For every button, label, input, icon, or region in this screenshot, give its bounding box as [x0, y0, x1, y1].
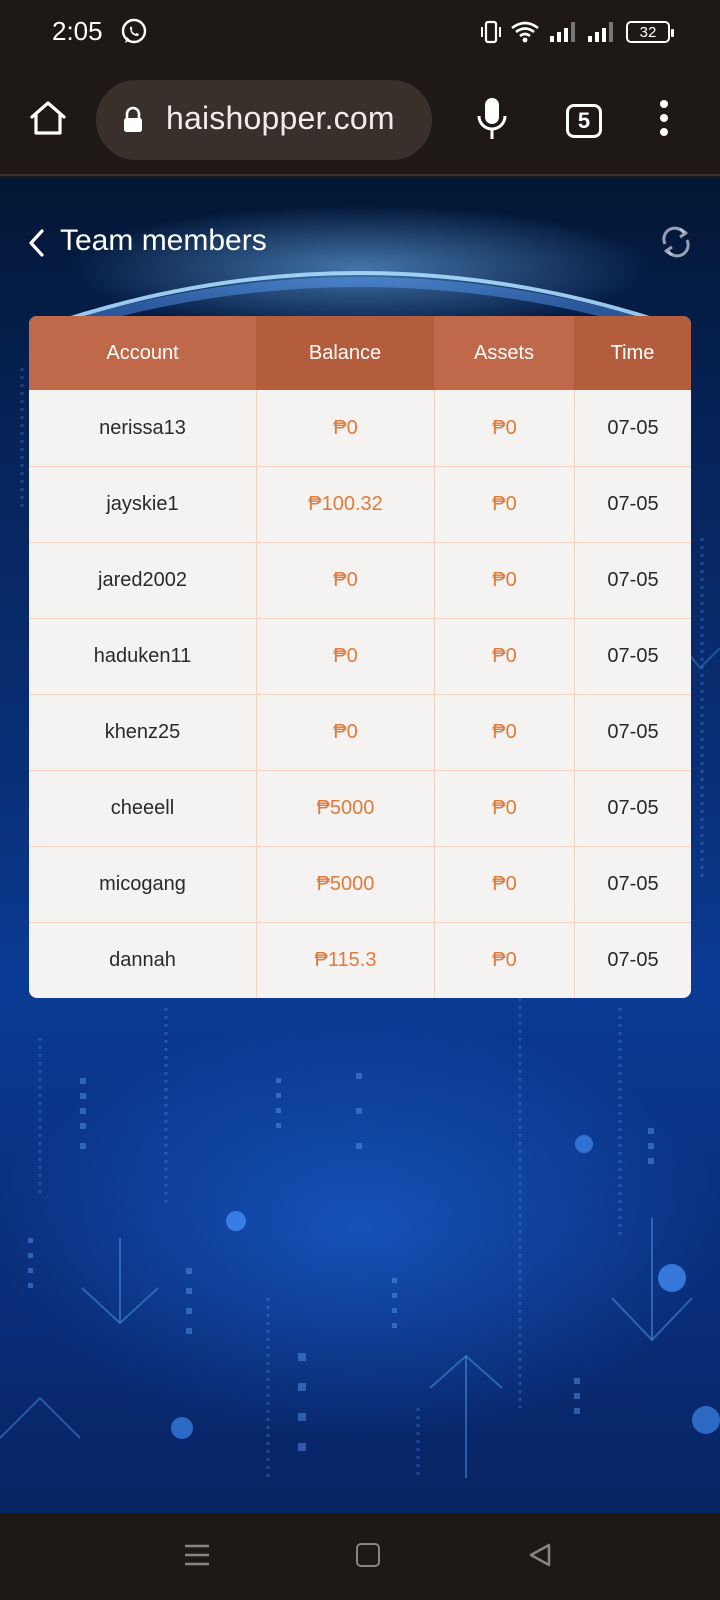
assets-cell: ₱0 — [434, 619, 574, 694]
signal-icon — [550, 22, 575, 42]
assets-cell: ₱0 — [434, 543, 574, 618]
tab-count[interactable]: 5 — [578, 108, 590, 134]
lock-icon — [124, 106, 142, 132]
balance-cell: ₱100.32 — [256, 467, 434, 542]
time-cell: 07-05 — [574, 695, 691, 770]
table-row: dannah ₱115.3 ₱0 07-05 — [29, 922, 691, 998]
system-nav-bar — [0, 1513, 720, 1600]
time-cell: 07-05 — [574, 847, 691, 922]
table-body: nerissa13 ₱0 ₱0 07-05 jayskie1 ₱100.32 ₱… — [29, 390, 691, 998]
time-cell: 07-05 — [574, 467, 691, 542]
column-header-balance: Balance — [256, 316, 434, 390]
mic-icon[interactable] — [476, 96, 508, 142]
page-title: Team members — [60, 224, 267, 257]
team-members-table: Account Balance Assets Time nerissa13 ₱0… — [29, 316, 691, 998]
time-cell: 07-05 — [574, 390, 691, 466]
wifi-icon — [511, 21, 539, 43]
battery-icon: 32 — [626, 21, 674, 43]
balance-cell: ₱0 — [256, 543, 434, 618]
balance-cell: ₱0 — [256, 695, 434, 770]
refresh-icon[interactable] — [658, 224, 694, 260]
column-header-assets: Assets — [434, 316, 574, 390]
assets-cell: ₱0 — [434, 390, 574, 466]
assets-cell: ₱0 — [434, 771, 574, 846]
address-bar[interactable]: haishopper.com — [96, 80, 432, 160]
vibrate-icon — [481, 20, 501, 44]
column-header-account: Account — [29, 316, 256, 390]
table-row: jayskie1 ₱100.32 ₱0 07-05 — [29, 466, 691, 542]
balance-cell: ₱5000 — [256, 771, 434, 846]
back-nav-icon[interactable] — [528, 1542, 552, 1568]
account-cell: nerissa13 — [99, 416, 186, 439]
account-cell: dannah — [109, 949, 176, 971]
assets-cell: ₱0 — [434, 923, 574, 998]
balance-cell: ₱5000 — [256, 847, 434, 922]
table-row: khenz25 ₱0 ₱0 07-05 — [29, 694, 691, 770]
account-cell: jayskie1 — [106, 493, 179, 515]
clock: 2:05 — [52, 16, 103, 46]
whatsapp-icon — [121, 18, 147, 44]
recents-icon[interactable] — [184, 1543, 210, 1567]
time-cell: 07-05 — [574, 923, 691, 998]
battery-level: 32 — [639, 23, 657, 41]
assets-cell: ₱0 — [434, 847, 574, 922]
browser-toolbar: haishopper.com 5 — [0, 64, 720, 176]
url-text[interactable]: haishopper.com — [166, 100, 395, 137]
table-header: Account Balance Assets Time — [29, 316, 691, 390]
back-icon[interactable] — [26, 228, 48, 258]
web-content: Team members Account Balance Assets Time… — [0, 178, 720, 1513]
time-cell: 07-05 — [574, 543, 691, 618]
table-row: micogang ₱5000 ₱0 07-05 — [29, 846, 691, 922]
table-row: haduken11 ₱0 ₱0 07-05 — [29, 618, 691, 694]
account-cell: jared2002 — [98, 569, 187, 591]
assets-cell: ₱0 — [434, 695, 574, 770]
table-row: jared2002 ₱0 ₱0 07-05 — [29, 542, 691, 618]
assets-cell: ₱0 — [434, 467, 574, 542]
account-cell: cheeell — [110, 797, 175, 819]
table-row: nerissa13 ₱0 ₱0 07-05 — [29, 390, 691, 466]
home-nav-icon[interactable] — [356, 1543, 380, 1567]
tabs-icon[interactable]: 5 — [566, 104, 602, 138]
home-icon[interactable] — [28, 98, 68, 138]
account-cell: khenz25 — [104, 721, 181, 743]
signal-icon-2 — [588, 22, 613, 42]
table-row: cheeell ₱5000 ₱0 07-05 — [29, 770, 691, 846]
time-cell: 07-05 — [574, 619, 691, 694]
column-header-time: Time — [574, 316, 691, 390]
balance-cell: ₱0 — [256, 390, 434, 466]
time-cell: 07-05 — [574, 771, 691, 846]
status-bar: 2:05 32 — [0, 0, 720, 64]
balance-cell: ₱115.3 — [256, 923, 434, 998]
page-header: Team members — [0, 218, 720, 266]
account-cell: micogang — [99, 873, 186, 895]
account-cell: haduken11 — [93, 645, 192, 667]
menu-icon[interactable] — [656, 100, 672, 140]
balance-cell: ₱0 — [256, 619, 434, 694]
